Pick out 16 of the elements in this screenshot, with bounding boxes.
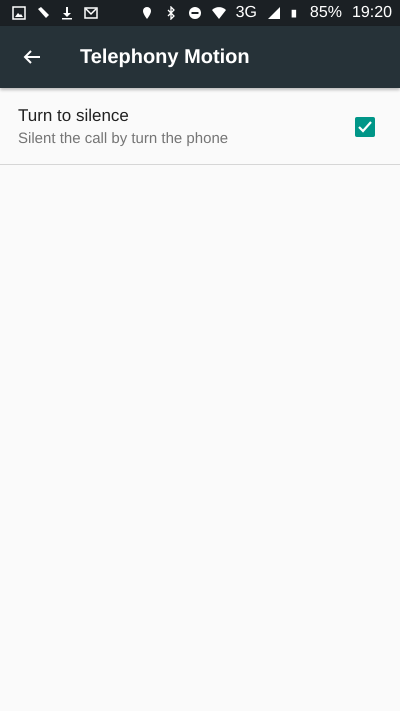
- mail-icon: [84, 6, 98, 20]
- battery-percent: 85%: [310, 4, 342, 22]
- do-not-disturb-icon: [188, 6, 202, 20]
- satellite-icon: [36, 6, 50, 20]
- checkbox[interactable]: [355, 116, 375, 136]
- image-icon: [12, 6, 26, 20]
- back-arrow-icon: [23, 49, 41, 65]
- wifi-icon: [212, 6, 226, 20]
- clock: 19:20: [352, 4, 392, 22]
- setting-summary: Silent the call by turn the phone: [18, 130, 230, 147]
- setting-title: Turn to silence: [18, 106, 130, 126]
- signal-icon: [266, 6, 281, 20]
- page-title: Telephony Motion: [80, 46, 250, 68]
- network-type: 3G: [236, 4, 257, 22]
- setting-row[interactable]: Turn to silence Silent the call by turn the phone: [0, 88, 400, 165]
- download-icon: [60, 6, 74, 20]
